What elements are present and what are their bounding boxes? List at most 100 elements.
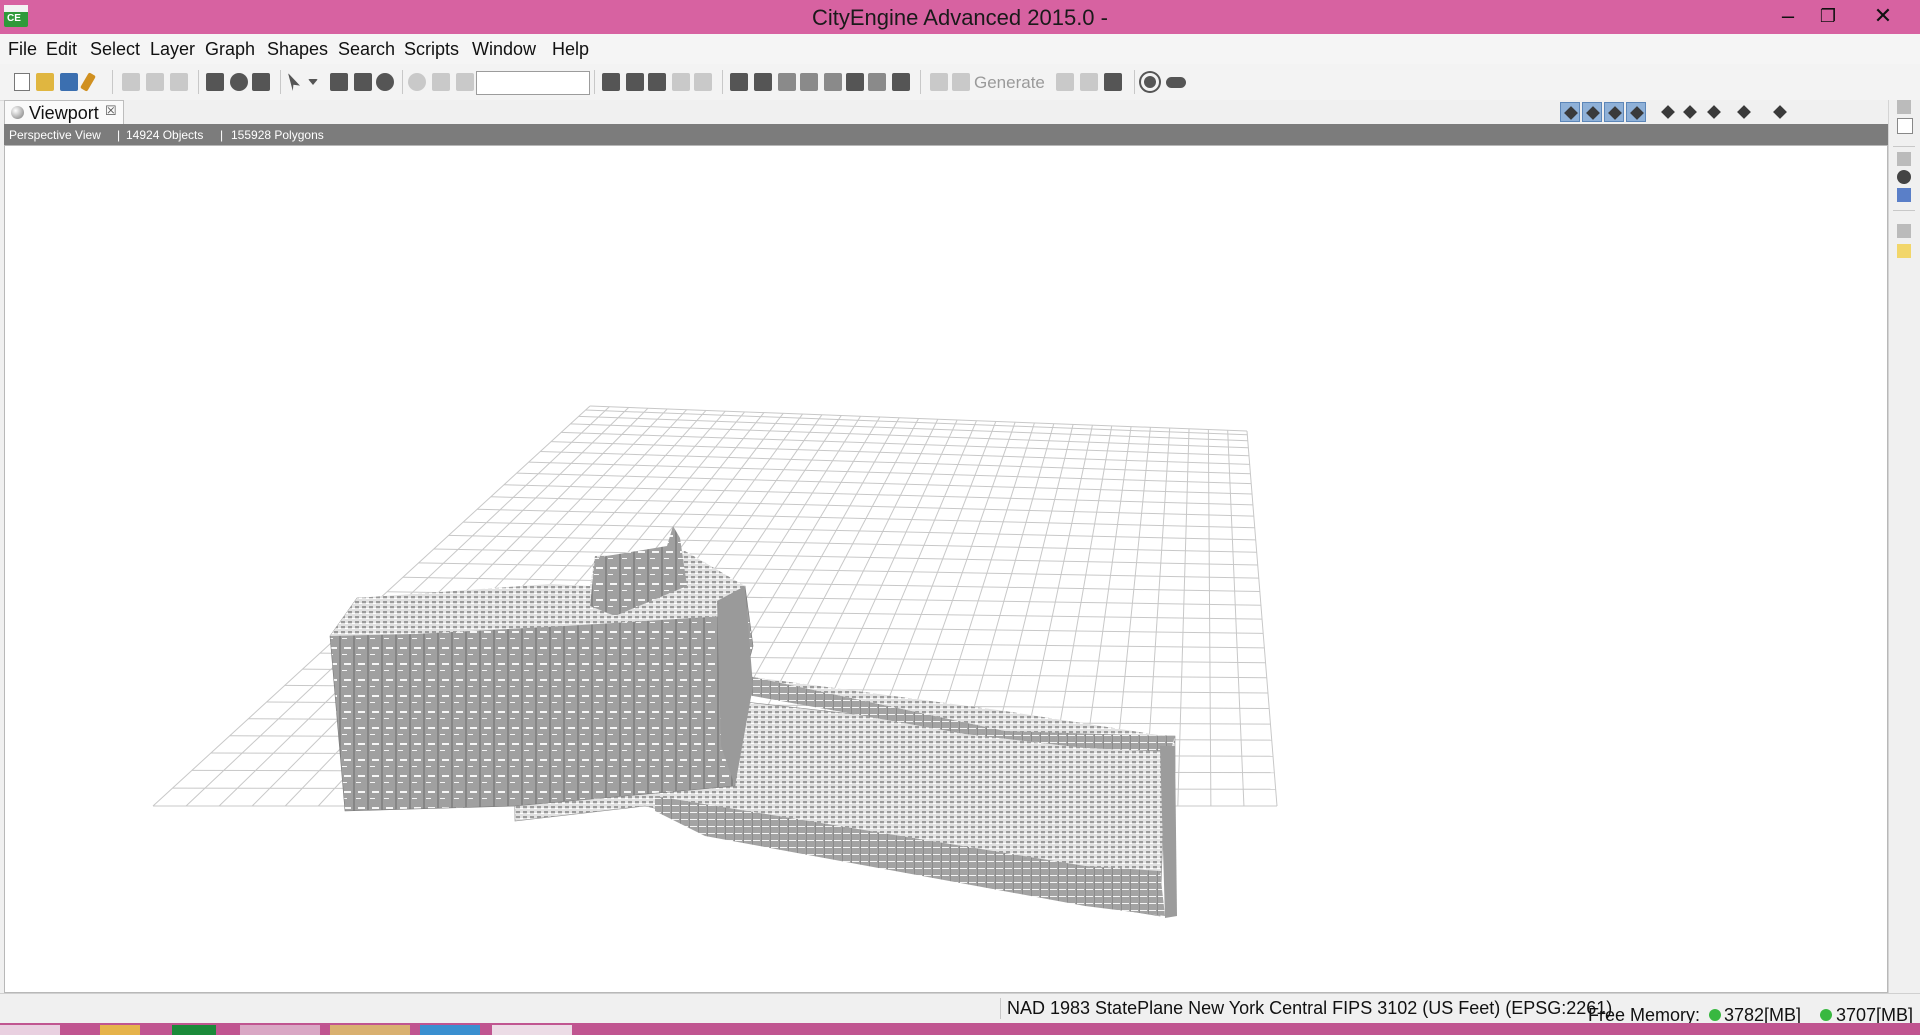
frame-view-button[interactable] <box>1680 102 1700 122</box>
grid-line <box>418 562 1259 579</box>
bookmark-icon[interactable] <box>408 73 426 91</box>
grid-line <box>1207 429 1212 807</box>
move-icon[interactable] <box>206 73 224 91</box>
cube-icon[interactable] <box>730 73 748 91</box>
vs-separator: | <box>220 128 224 142</box>
shaded-view-button[interactable] <box>1560 102 1580 122</box>
terrain-icon[interactable] <box>672 73 690 91</box>
scene-3d[interactable] <box>5 146 1887 992</box>
menu-window[interactable]: Window <box>472 39 536 60</box>
cleanup-icon[interactable] <box>648 73 666 91</box>
menu-file[interactable]: File <box>8 39 37 60</box>
bookmarks-icon <box>1661 105 1675 119</box>
memory-status-icon <box>1709 1009 1721 1021</box>
cut-icon[interactable] <box>122 73 140 91</box>
toolbar-separator <box>722 70 723 94</box>
subdivide-icon[interactable] <box>778 73 796 91</box>
open-icon[interactable] <box>36 73 54 91</box>
minimize-view-button[interactable] <box>1812 102 1832 122</box>
restore-panel-icon[interactable] <box>1897 152 1911 166</box>
generate-button-label[interactable]: Generate <box>974 73 1045 93</box>
checker-icon[interactable] <box>846 73 864 91</box>
trim-separator <box>1893 146 1915 147</box>
toolbar-search-input[interactable] <box>476 71 590 95</box>
frame-icon[interactable] <box>354 73 372 91</box>
taskbar-app-icon-active[interactable] <box>492 1025 572 1035</box>
zoom-icon[interactable] <box>376 73 394 91</box>
folder-icon[interactable] <box>1897 244 1911 258</box>
grid-line <box>578 415 1248 442</box>
viewport-tab[interactable]: Viewport ☒ <box>4 100 124 125</box>
menu-shapes[interactable]: Shapes <box>267 39 328 60</box>
restore-panel-icon[interactable] <box>1897 100 1911 114</box>
polygon-tool-icon[interactable] <box>626 73 644 91</box>
bookmarks-button[interactable] <box>1658 102 1678 122</box>
paste-icon[interactable] <box>170 73 188 91</box>
inspector-icon[interactable] <box>1897 188 1911 202</box>
edit-shape-icon[interactable] <box>330 73 348 91</box>
layer-up-icon[interactable] <box>694 73 712 91</box>
select-icon[interactable] <box>288 73 300 91</box>
camera-icon <box>1707 105 1721 119</box>
notes-icon[interactable] <box>1897 118 1913 134</box>
grid-line <box>540 451 1251 475</box>
info-icon[interactable] <box>1897 170 1911 184</box>
favorites-button[interactable] <box>1770 102 1790 122</box>
right-trim-bar <box>1888 100 1920 993</box>
clean-models-icon[interactable] <box>1104 73 1122 91</box>
wireframe-view-button[interactable] <box>1582 102 1602 122</box>
viewport-info-bar: Perspective View | 14924 Objects | 15592… <box>4 124 1888 145</box>
street-tool-icon[interactable] <box>602 73 620 91</box>
merge-icon[interactable] <box>892 73 910 91</box>
texture-view-button[interactable] <box>1604 102 1624 122</box>
menu-layer[interactable]: Layer <box>150 39 195 60</box>
taskbar-app-icon[interactable] <box>100 1025 140 1035</box>
align-icon[interactable] <box>868 73 886 91</box>
coordinate-system: NAD 1983 StatePlane New York Central FIP… <box>1000 998 1612 1019</box>
lighting-view-button[interactable] <box>1626 102 1646 122</box>
grid-line <box>528 461 1252 485</box>
menu-help[interactable]: Help <box>552 39 589 60</box>
camera-button[interactable] <box>1704 102 1724 122</box>
menu-search[interactable]: Search <box>338 39 395 60</box>
start-button[interactable] <box>0 1025 60 1035</box>
update-seed-icon[interactable] <box>1080 73 1098 91</box>
restore-button[interactable]: ❐ <box>1805 0 1851 34</box>
tool-icon[interactable] <box>80 72 96 92</box>
shape-split-icon[interactable] <box>800 73 818 91</box>
taskbar-app-icon[interactable] <box>240 1025 320 1035</box>
cloud-icon[interactable] <box>1166 77 1186 88</box>
view-settings-button[interactable] <box>1734 102 1754 122</box>
copy-icon[interactable] <box>146 73 164 91</box>
taskbar-app-icon[interactable] <box>420 1025 480 1035</box>
block-icon[interactable] <box>754 73 772 91</box>
lock-view-icon[interactable] <box>432 73 450 91</box>
taskbar-app-icon[interactable] <box>172 1025 216 1035</box>
maximize-view-button[interactable] <box>1832 102 1852 122</box>
rotate-icon[interactable] <box>230 73 248 91</box>
lock-icon[interactable] <box>456 73 474 91</box>
menu-graph[interactable]: Graph <box>205 39 255 60</box>
network-icon[interactable] <box>824 73 842 91</box>
generate-icon[interactable] <box>930 73 948 91</box>
grid-line <box>551 441 1250 465</box>
select-dropdown-icon[interactable] <box>308 79 318 85</box>
restore-panel-icon[interactable] <box>1897 224 1911 238</box>
scale-icon[interactable] <box>252 73 270 91</box>
menu-scripts[interactable]: Scripts <box>404 39 459 60</box>
taskbar-app-icon[interactable] <box>330 1025 410 1035</box>
regenerate-icon[interactable] <box>1056 73 1074 91</box>
star-icon <box>1773 105 1787 119</box>
grid-line <box>448 534 1257 553</box>
viewport-canvas[interactable] <box>4 145 1888 993</box>
wireframe-icon <box>1586 106 1600 120</box>
polygon-count: 155928 Polygons <box>231 128 324 142</box>
sun-icon[interactable] <box>1144 76 1156 88</box>
close-tab-icon[interactable]: ☒ <box>105 103 117 119</box>
new-icon[interactable] <box>14 73 30 91</box>
generate-models-icon[interactable] <box>952 73 970 91</box>
save-icon[interactable] <box>60 73 78 91</box>
menu-edit[interactable]: Edit <box>46 39 77 60</box>
close-button[interactable]: ✕ <box>1860 0 1906 34</box>
menu-select[interactable]: Select <box>90 39 140 60</box>
